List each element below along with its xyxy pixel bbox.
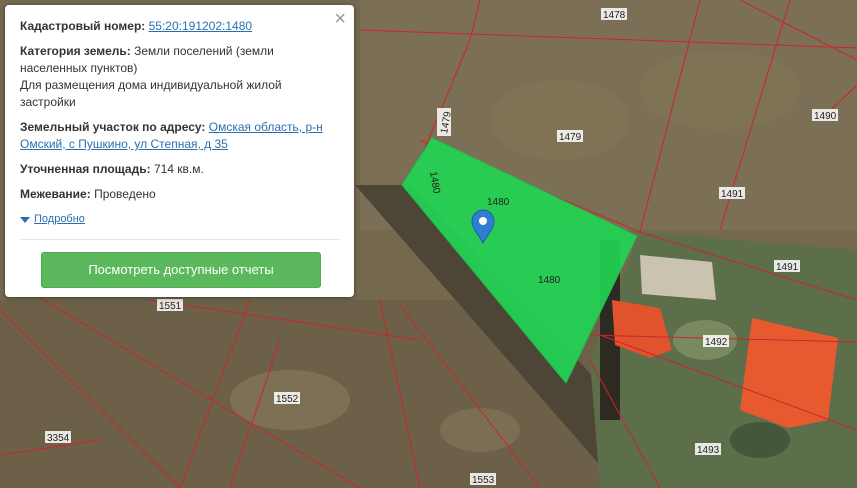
area-label: Уточненная площадь: (20, 162, 151, 176)
cadastral-number-label: Кадастровый номер: (20, 19, 146, 33)
parcel-label-1478: 1478 (603, 10, 626, 21)
parcel-label-1551: 1551 (159, 301, 182, 312)
outbuilding (640, 255, 716, 300)
permitted-use-value: Для размещения дома индивидуальной жилой… (20, 78, 282, 109)
view-reports-button[interactable]: Посмотреть доступные отчеты (41, 252, 321, 288)
parcel-label-1492: 1492 (705, 337, 728, 348)
close-icon[interactable]: × (334, 9, 346, 29)
parcel-label-1480-center: 1480 (538, 275, 561, 286)
parcel-label-1552: 1552 (276, 394, 299, 405)
land-category-row: Категория земель: Земли поселений (земли… (20, 43, 340, 111)
survey-value: Проведено (94, 187, 156, 201)
caret-down-icon (20, 216, 30, 223)
divider (20, 239, 340, 240)
parcel-label-1491-upper: 1491 (721, 189, 744, 200)
area-value: 714 кв.м. (153, 162, 204, 176)
parcel-info-popup: × Кадастровый номер: 55:20:191202:1480 К… (5, 5, 354, 297)
details-toggle[interactable]: Подробно (20, 211, 340, 228)
survey-row: Межевание: Проведено (20, 186, 340, 203)
details-link[interactable]: Подробно (34, 211, 85, 228)
parcel-label-1491-lower: 1491 (776, 262, 799, 273)
address-label: Земельный участок по адресу: (20, 120, 206, 134)
cadastral-number-link[interactable]: 55:20:191202:1480 (149, 19, 252, 33)
cadastral-number-row: Кадастровый номер: 55:20:191202:1480 (20, 18, 340, 35)
dry-patch (490, 80, 630, 160)
area-row: Уточненная площадь: 714 кв.м. (20, 161, 340, 178)
survey-label: Межевание: (20, 187, 91, 201)
dry-patch (640, 50, 800, 130)
parcel-label-1479: 1479 (559, 132, 582, 143)
parcel-label-1490: 1490 (814, 111, 837, 122)
address-row: Земельный участок по адресу: Омская обла… (20, 119, 340, 153)
land-category-label: Категория земель: (20, 44, 131, 58)
parcel-label-1480-top: 1480 (487, 197, 510, 208)
parcel-label-3354: 3354 (47, 433, 70, 444)
parcel-label-1493: 1493 (697, 445, 720, 456)
tree (730, 422, 790, 458)
parcel-label-1553: 1553 (472, 475, 495, 486)
